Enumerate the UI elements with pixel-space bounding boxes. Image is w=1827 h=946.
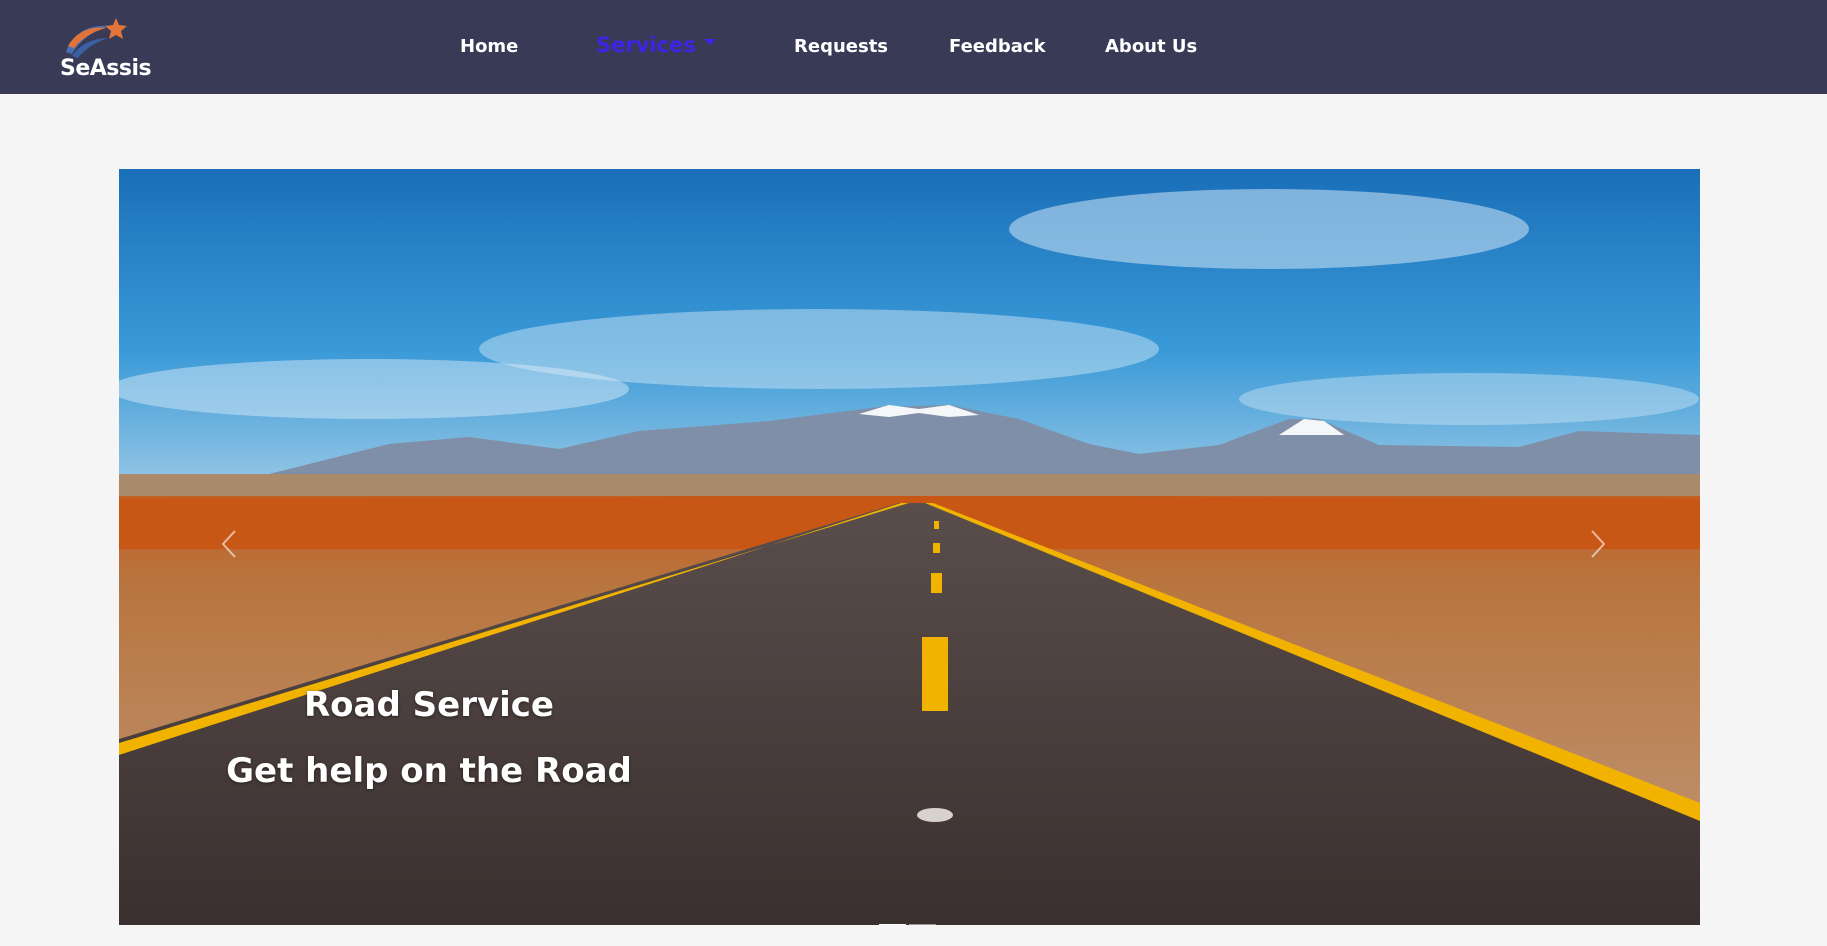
chevron-left-icon — [221, 530, 236, 558]
chevron-down-icon — [703, 39, 716, 45]
carousel-indicator-2[interactable] — [909, 924, 936, 925]
logo-icon — [66, 18, 127, 58]
road-landscape-image — [119, 169, 1700, 925]
brand-logo[interactable]: SeAssis — [58, 16, 152, 82]
chevron-right-icon — [1591, 530, 1606, 558]
nav-services-label: Services — [596, 33, 696, 57]
slide-title: Road Service — [303, 685, 554, 725]
nav-home[interactable]: Home — [460, 36, 518, 57]
navbar: SeAssis Home Services Requests Feedback … — [0, 0, 1827, 94]
nav-requests[interactable]: Requests — [794, 36, 888, 57]
carousel-indicator-1[interactable] — [879, 924, 906, 925]
carousel-next-button[interactable] — [1576, 519, 1616, 569]
nav-services-dropdown[interactable]: Services — [596, 33, 716, 57]
carousel-indicators — [879, 912, 939, 925]
hero-carousel: Road Service Get help on the Road — [119, 169, 1700, 925]
nav-about-us[interactable]: About Us — [1105, 36, 1197, 57]
slide-subtitle: Get help on the Road — [226, 751, 632, 791]
brand-name: SeAssis — [60, 56, 152, 81]
nav-feedback[interactable]: Feedback — [949, 36, 1046, 57]
carousel-prev-button[interactable] — [211, 519, 251, 569]
